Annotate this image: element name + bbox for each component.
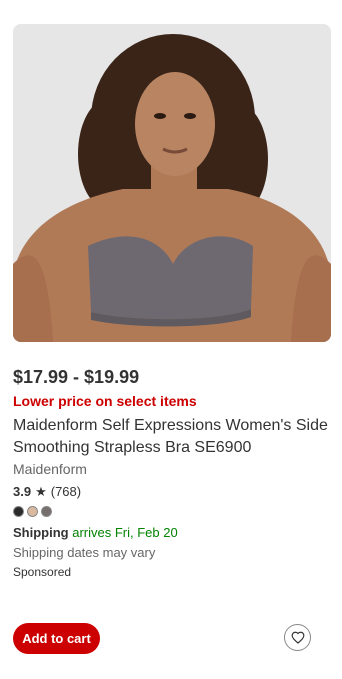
shipping-arrival: arrives Fri, Feb 20 [72,525,178,540]
product-title[interactable]: Maidenform Self Expressions Women's Side… [13,415,335,459]
swatch-black[interactable] [13,506,24,517]
swatch-gray[interactable] [41,506,52,517]
product-photo [13,24,331,342]
product-image[interactable] [13,24,331,342]
rating-score: 3.9 [13,484,32,499]
swatch-nude[interactable] [27,506,38,517]
add-to-cart-button[interactable]: Add to cart [13,623,100,654]
star-icon: ★ [35,484,47,499]
product-card[interactable]: $17.99 - $19.99 Lower price on select it… [13,24,331,579]
shipping-info: Shipping arrives Fri, Feb 20 [13,525,331,541]
favorite-button[interactable] [284,624,311,651]
shipping-note: Shipping dates may vary [13,545,156,560]
color-swatches [13,506,331,517]
sponsored-label: Sponsored [13,565,72,579]
shipping-label: Shipping [13,525,69,540]
promo-text: Lower price on select items [13,393,197,409]
product-price: $17.99 - $19.99 [13,367,140,387]
heart-icon [291,631,304,644]
product-brand[interactable]: Maidenform [13,460,331,478]
rating-count: (768) [50,484,82,499]
rating[interactable]: 3.9 ★ (768) [13,484,331,500]
